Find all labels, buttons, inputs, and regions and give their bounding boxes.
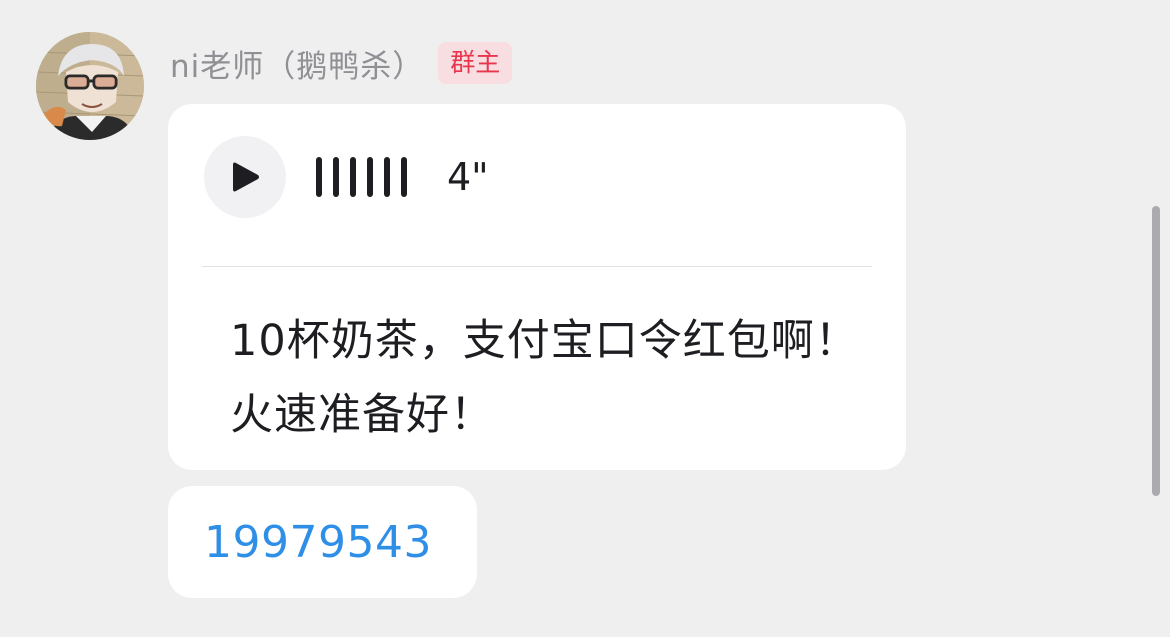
number-link[interactable]: 19979543 xyxy=(204,517,432,568)
voice-message-bubble[interactable]: 4" 10杯奶茶，支付宝口令红包啊！火速准备好！ xyxy=(168,104,906,470)
waveform-bar xyxy=(367,157,373,197)
play-button[interactable] xyxy=(204,136,286,218)
waveform-bar xyxy=(384,157,390,197)
group-owner-badge: 群主 xyxy=(438,42,513,84)
scrollbar[interactable] xyxy=(1152,206,1160,496)
text-message-bubble[interactable]: 19979543 xyxy=(168,486,477,598)
voice-player: 4" xyxy=(204,136,489,218)
user-avatar-image xyxy=(36,32,144,140)
sender-name[interactable]: ni老师（鹅鸭杀） xyxy=(170,41,424,86)
waveform-bar xyxy=(401,157,407,197)
sender-header: ni老师（鹅鸭杀） 群主 xyxy=(170,40,513,86)
avatar[interactable] xyxy=(36,32,144,140)
voice-duration: 4" xyxy=(447,155,489,199)
waveform-bar xyxy=(316,157,322,197)
play-icon xyxy=(233,162,259,192)
divider xyxy=(202,266,872,267)
waveform-bar xyxy=(350,157,356,197)
voice-transcript: 10杯奶茶，支付宝口令红包啊！火速准备好！ xyxy=(230,316,859,440)
waveform-bar xyxy=(333,157,339,197)
waveform-icon xyxy=(316,157,407,197)
